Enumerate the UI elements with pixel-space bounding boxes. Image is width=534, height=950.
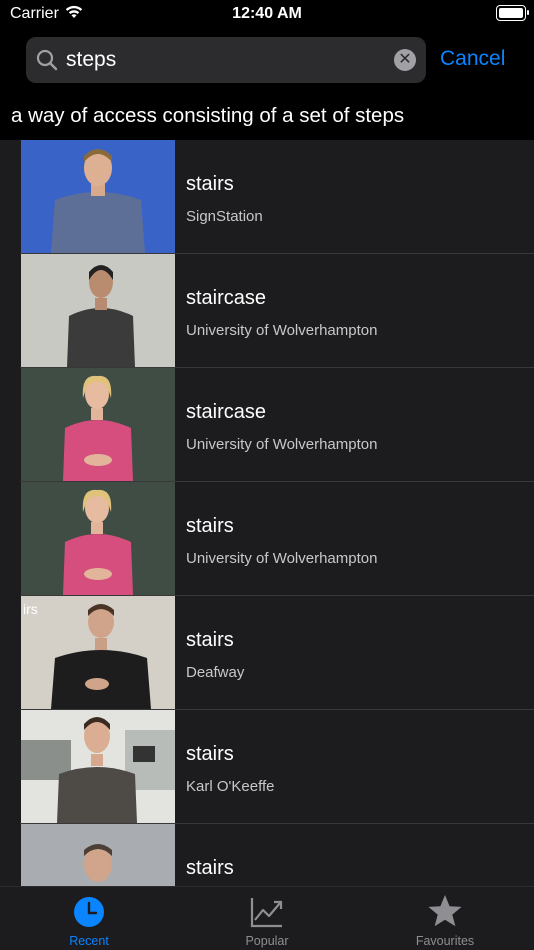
search-input[interactable] — [66, 37, 406, 83]
tab-label: Recent — [69, 934, 109, 948]
sign-title: stairs — [186, 629, 234, 651]
thumbnail-overlay-text: irs — [23, 601, 38, 617]
video-thumbnail — [21, 140, 175, 253]
list-item[interactable]: staircase University of Wolverhampton — [0, 254, 534, 368]
battery-icon — [496, 5, 529, 21]
list-item[interactable]: irs stairs Deafway — [0, 596, 534, 710]
sign-title: staircase — [186, 401, 267, 423]
search-row: ✕ Cancel — [0, 37, 534, 83]
tab-bar: Recent Popular Favourites — [0, 886, 534, 950]
video-thumbnail — [21, 710, 175, 823]
tab-favourites[interactable]: Favourites — [356, 887, 534, 950]
sign-source: Deafway — [186, 664, 245, 681]
list-item[interactable]: staircase University of Wolverhampton — [0, 368, 534, 482]
sign-source: University of Wolverhampton — [186, 550, 378, 567]
trend-chart-icon — [250, 898, 283, 928]
status-bar: Carrier 12:40 AM — [0, 0, 534, 30]
search-bar[interactable]: ✕ — [26, 37, 426, 83]
sign-title: stairs — [186, 857, 234, 879]
tab-popular[interactable]: Popular — [178, 887, 356, 950]
clock-time: 12:40 AM — [232, 5, 302, 22]
video-thumbnail — [21, 824, 175, 886]
list-item[interactable]: stairs University of Wolverhampton — [0, 482, 534, 596]
sign-title: stairs — [186, 515, 234, 537]
tab-recent[interactable]: Recent — [0, 887, 178, 950]
tab-label: Popular — [245, 934, 289, 948]
sign-source: SignStation — [186, 208, 263, 225]
video-thumbnail — [21, 368, 175, 481]
results-list[interactable]: stairs SignStation staircase University … — [0, 140, 534, 886]
video-thumbnail: irs — [21, 596, 175, 709]
list-item[interactable]: stairs Karl O'Keeffe — [0, 710, 534, 824]
sign-source: University of Wolverhampton — [186, 436, 378, 453]
sign-title: staircase — [186, 287, 267, 309]
list-item[interactable]: stairs SignStation — [0, 140, 534, 254]
video-thumbnail — [21, 254, 175, 367]
sign-title: stairs — [186, 743, 234, 765]
sign-source: University of Wolverhampton — [186, 322, 378, 339]
star-icon — [428, 895, 462, 927]
search-icon — [36, 49, 58, 71]
sign-title: stairs — [186, 173, 234, 195]
definition-text: a way of access consisting of a set of s… — [11, 104, 405, 127]
sign-source: Karl O'Keeffe — [186, 778, 275, 795]
video-thumbnail — [21, 482, 175, 595]
cancel-button[interactable]: Cancel — [440, 47, 505, 71]
clock-icon — [74, 897, 104, 927]
clear-search-icon[interactable]: ✕ — [394, 49, 416, 71]
tab-label: Favourites — [415, 934, 475, 948]
list-item[interactable]: stairs — [0, 824, 534, 886]
